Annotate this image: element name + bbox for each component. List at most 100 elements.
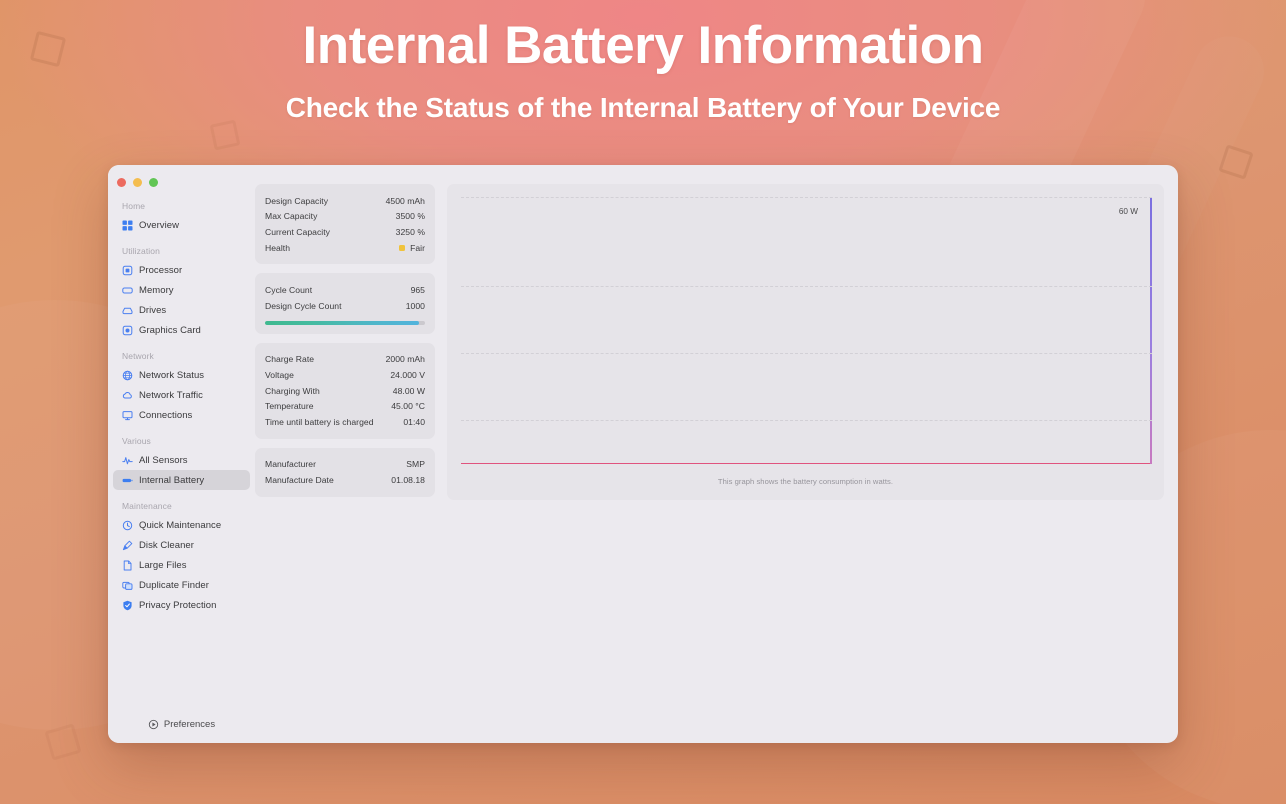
row-key: Charge Rate — [265, 354, 315, 365]
sidebar-item-drives[interactable]: Drives — [113, 300, 250, 320]
row-key: Time until battery is charged — [265, 416, 374, 427]
drive-icon — [122, 305, 133, 316]
row-key: Manufacturer — [265, 459, 316, 470]
row-key: Design Capacity — [265, 195, 329, 206]
gear-play-icon — [148, 719, 159, 730]
row-value: 3250 % — [395, 226, 425, 237]
grid-icon — [122, 220, 133, 231]
capacity-card: Design Capacity 4500 mAh Max Capacity 35… — [255, 184, 435, 265]
graph-baseline — [461, 462, 1151, 464]
sidebar-item-label: Duplicate Finder — [139, 579, 209, 591]
file-icon — [122, 560, 133, 571]
graph-gridline — [461, 197, 1152, 198]
row-key: Charging With — [265, 385, 320, 396]
info-cards-column: Design Capacity 4500 mAh Max Capacity 35… — [255, 184, 435, 743]
app-window: Home Overview Utilization Processor Memo… — [108, 165, 1178, 743]
sidebar-group-title: Maintenance — [122, 501, 172, 511]
table-row: Time until battery is charged 01:40 — [265, 414, 425, 430]
table-row: Max Capacity 3500 % — [265, 209, 425, 225]
row-value: 2000 mAh — [385, 354, 425, 365]
sidebar-item-label: Network Status — [139, 369, 205, 381]
sidebar-item-privacy-protection[interactable]: Privacy Protection — [113, 595, 250, 615]
minimize-button[interactable] — [133, 177, 142, 187]
row-value: 45.00 °C — [391, 401, 425, 412]
graph-plot-area: 60 W — [461, 197, 1152, 464]
row-key: Voltage — [265, 369, 294, 380]
sidebar-group-title: Various — [122, 436, 151, 446]
row-value: 24.000 V — [390, 369, 425, 380]
row-value: 3500 % — [395, 211, 425, 222]
sidebar-item-overview[interactable]: Overview — [113, 215, 250, 235]
graph-y-max-label: 60 W — [1118, 207, 1138, 216]
sidebar-item-disk-cleaner[interactable]: Disk Cleaner — [113, 535, 250, 555]
row-value: 01:40 — [403, 416, 425, 427]
bg-diamond — [44, 723, 82, 761]
brush-icon — [122, 540, 133, 551]
status-dot-icon — [399, 244, 406, 251]
preferences-label: Preferences — [163, 719, 216, 730]
sidebar-item-label: Disk Cleaner — [139, 539, 194, 551]
table-row: Charging With 48.00 W — [265, 383, 425, 399]
row-key: Max Capacity — [265, 211, 318, 222]
main-content: Design Capacity 4500 mAh Max Capacity 35… — [255, 165, 1178, 743]
window-traffic-lights — [108, 174, 255, 190]
table-row-health: Health Fair — [265, 240, 425, 256]
preferences-button[interactable]: Preferences — [108, 719, 255, 730]
sidebar-item-connections[interactable]: Connections — [113, 405, 250, 425]
table-row: Current Capacity 3250 % — [265, 224, 425, 240]
row-key: Current Capacity — [265, 226, 330, 237]
table-row: Manufacture Date 01.08.18 — [265, 472, 425, 488]
sidebar-nav: Home Overview Utilization Processor Memo… — [108, 201, 255, 615]
sidebar-item-processor[interactable]: Processor — [113, 260, 250, 280]
sidebar-item-graphics-card[interactable]: Graphics Card — [113, 320, 250, 340]
cpu-icon — [122, 265, 133, 276]
sidebar-item-large-files[interactable]: Large Files — [113, 555, 250, 575]
sidebar-item-internal-battery[interactable]: Internal Battery — [113, 470, 250, 490]
sidebar-item-label: Network Traffic — [139, 389, 203, 401]
sidebar-group-title: Home — [122, 201, 146, 211]
sidebar-item-network-status[interactable]: Network Status — [113, 365, 250, 385]
table-row: Voltage 24.000 V — [265, 367, 425, 383]
row-value: Fair — [410, 242, 425, 253]
table-row: Temperature 45.00 °C — [265, 398, 425, 414]
sidebar-item-label: Large Files — [139, 559, 187, 571]
bg-diamond — [209, 119, 241, 151]
sidebar-item-quick-maintenance[interactable]: Quick Maintenance — [113, 515, 250, 535]
table-row: Design Cycle Count 1000 — [265, 298, 425, 314]
graph-caption: This graph shows the battery consumption… — [717, 477, 894, 486]
cycle-progress-bar — [265, 320, 425, 325]
sidebar-item-label: All Sensors — [139, 454, 188, 466]
table-row: Cycle Count 965 — [265, 282, 425, 298]
cycle-count-card: Cycle Count 965 Design Cycle Count 1000 — [255, 273, 435, 334]
cloud-icon — [122, 390, 133, 401]
clock-icon — [122, 520, 133, 531]
sidebar-item-duplicate-finder[interactable]: Duplicate Finder — [113, 575, 250, 595]
page-subtitle: Check the Status of the Internal Battery… — [285, 91, 1001, 123]
monitor-icon — [122, 410, 133, 421]
sidebar-item-label: Graphics Card — [139, 324, 201, 336]
battery-icon — [122, 475, 133, 486]
row-key: Manufacture Date — [265, 474, 334, 485]
row-key: Health — [265, 242, 291, 253]
page-header: Internal Battery Information Check the S… — [0, 0, 1286, 124]
sidebar-item-all-sensors[interactable]: All Sensors — [113, 450, 250, 470]
status-badge: Fair — [399, 243, 425, 253]
sidebar-group-utilization: Utilization Processor Memory Drives Grap… — [108, 246, 255, 340]
graph-gridline — [461, 419, 1152, 421]
row-value: 48.00 W — [392, 385, 425, 396]
sidebar-group-maintenance: Maintenance Quick Maintenance Disk Clean… — [108, 501, 255, 615]
sidebar-item-memory[interactable]: Memory — [113, 280, 250, 300]
cycle-progress-fill — [265, 320, 420, 325]
sidebar-item-label: Overview — [139, 219, 179, 231]
row-value: 4500 mAh — [385, 195, 425, 206]
close-button[interactable] — [117, 177, 126, 187]
sidebar-item-label: Drives — [139, 304, 167, 316]
bg-diamond — [1218, 144, 1254, 180]
shield-icon — [122, 600, 133, 611]
maximize-button[interactable] — [149, 177, 158, 187]
charging-card: Charge Rate 2000 mAh Voltage 24.000 V Ch… — [255, 342, 435, 439]
sidebar-item-network-traffic[interactable]: Network Traffic — [113, 385, 250, 405]
sidebar-group-title: Utilization — [122, 246, 160, 256]
sidebar-item-label: Processor — [139, 264, 183, 276]
row-value: 1000 — [405, 300, 425, 311]
